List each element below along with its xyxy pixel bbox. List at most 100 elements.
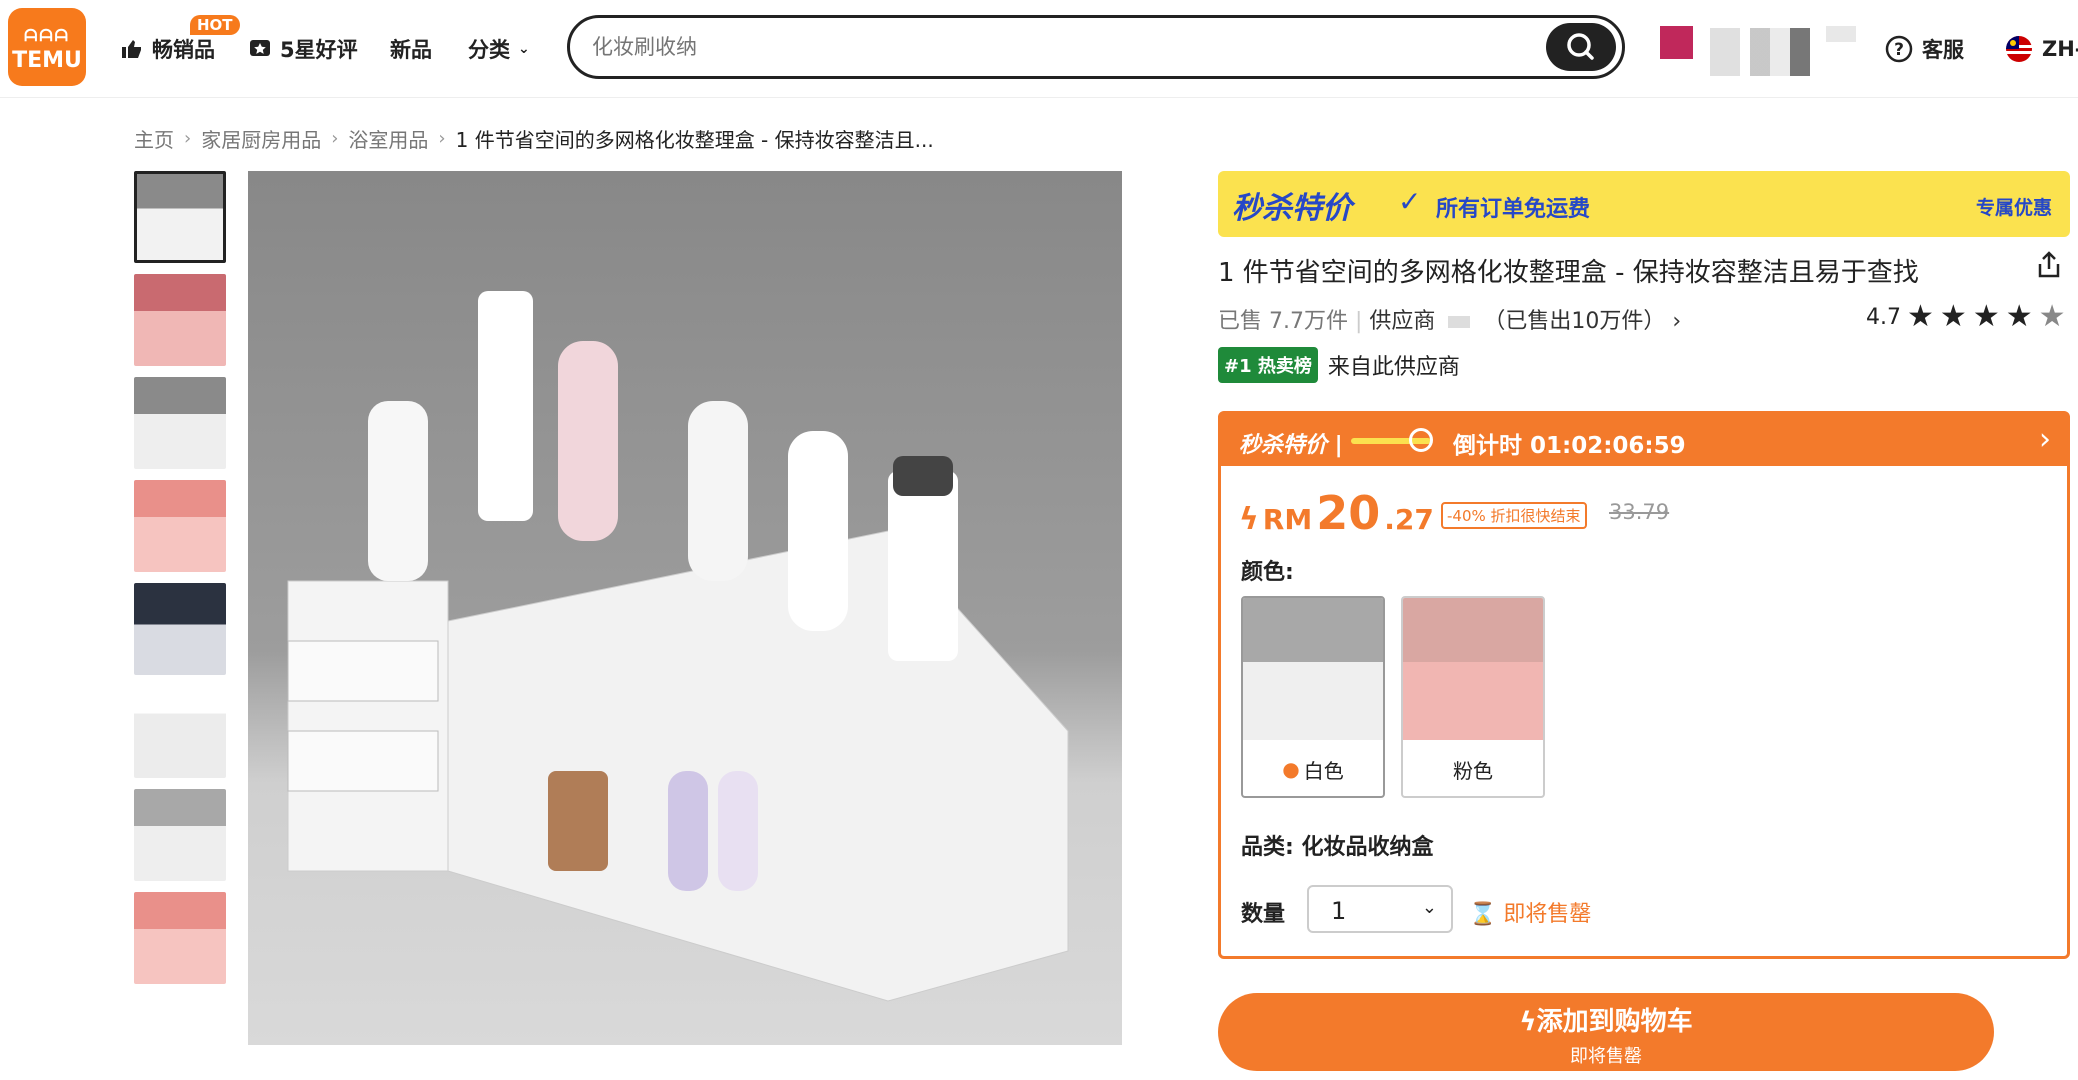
nav-label: 分类	[468, 38, 510, 62]
price-currency: RM	[1262, 503, 1313, 536]
flash-sale-badge: 秒杀特价	[1232, 191, 1352, 226]
breadcrumb: 主页 › 家居厨房用品 › 浴室用品 › 1 件节省空间的多网格化妆整理盒 - …	[134, 124, 934, 153]
sales-info: 已售 7.7万件 | 供应商 （已售出10万件） ›	[1218, 309, 1682, 334]
thumbnail-7[interactable]	[134, 789, 226, 881]
temu-logo[interactable]: ᗩᗩᗩ TEMU	[8, 8, 86, 86]
support-label: 客服	[1922, 38, 1964, 62]
best-seller-rank: #1 热卖榜 来自此供应商	[1218, 347, 1460, 383]
logo-text: TEMU	[12, 48, 82, 73]
help-icon: ?	[1885, 35, 1913, 63]
thumbnail-4[interactable]	[134, 480, 226, 572]
add-to-cart-label: 添加到购物车	[1536, 1007, 1693, 1037]
star-icon: ★	[2005, 299, 2033, 334]
rank-tag[interactable]: #1 热卖榜	[1218, 347, 1318, 383]
selling-out-text: 即将售罄	[1503, 902, 1592, 927]
color-label: 颜色:	[1241, 560, 1294, 585]
category-label: 品类: 化妆品收纳盒	[1241, 835, 1434, 860]
lightning-icon: ϟ	[1519, 1007, 1537, 1037]
lightning-icon: ϟ	[1239, 502, 1259, 537]
chevron-right-icon: ›	[184, 128, 192, 149]
quantity-label: 数量	[1241, 902, 1286, 927]
half-star-icon: ★	[2038, 299, 2066, 334]
check-icon: ✓	[1398, 185, 1422, 218]
clock-icon	[1409, 428, 1433, 452]
exclusive-offer-link[interactable]: 专属优惠	[1976, 193, 2052, 220]
chevron-down-icon: ⌄	[1421, 897, 1437, 918]
countdown: 倒计时 01:02:06:59	[1453, 433, 1686, 459]
supplier-sold[interactable]: （已售出10万件）	[1483, 309, 1665, 334]
flash-sale-label: 秒杀特价 |	[1239, 433, 1343, 458]
price: ϟ RM 20 .27	[1239, 486, 1434, 540]
rank-text: 来自此供应商	[1327, 355, 1460, 380]
quantity-select[interactable]: 1 ⌄	[1307, 885, 1453, 933]
price-decimal: .27	[1384, 503, 1434, 536]
star-icon: ★	[1939, 299, 1967, 334]
nav-label: 畅销品	[152, 38, 215, 62]
account-name-blurred[interactable]	[1710, 28, 1810, 76]
hot-badge: HOT	[190, 15, 240, 35]
original-price: 33.79	[1609, 500, 1670, 524]
svg-text:?: ?	[1894, 40, 1904, 60]
breadcrumb-home-kitchen[interactable]: 家居厨房用品	[201, 124, 321, 153]
account-extra-blurred	[1826, 26, 1856, 42]
customer-service[interactable]: ? 客服	[1884, 34, 1964, 64]
chevron-right-icon: ›	[438, 128, 446, 149]
breadcrumb-current: 1 件节省空间的多网格化妆整理盒 - 保持妆容整洁且...	[455, 128, 934, 152]
discount-badge: -40% 折扣很快结束	[1441, 502, 1587, 529]
hourglass-icon: ⌛	[1469, 902, 1497, 927]
rating[interactable]: 4.7 ★ ★ ★ ★ ★	[1866, 302, 2066, 332]
nav-five-star[interactable]: 5星好评	[248, 34, 358, 64]
color-option-pink[interactable]: 粉色	[1401, 596, 1545, 798]
star-badge-icon	[250, 40, 270, 56]
thumbnail-1[interactable]	[134, 171, 226, 263]
sold-count: 已售 7.7万件	[1218, 309, 1348, 334]
search-input[interactable]	[592, 32, 1492, 62]
nav-categories[interactable]: 分类 ⌄	[468, 34, 530, 64]
free-shipping-text: 所有订单免运费	[1436, 197, 1591, 222]
deal-header[interactable]: 秒杀特价 | 倒计时 01:02:06:59 ›	[1221, 414, 2067, 466]
search-bar	[567, 15, 1625, 79]
logo-mark: ᗩᗩᗩ	[24, 26, 70, 45]
thumbnail-6[interactable]	[134, 686, 226, 778]
add-to-cart-button[interactable]: ϟ添加到购物车 即将售罄	[1218, 993, 1994, 1071]
supplier-logo-icon	[1448, 316, 1471, 328]
quantity-value: 1	[1331, 897, 1347, 925]
product-main-image[interactable]	[248, 171, 1122, 1045]
selling-out-notice: ⌛ 即将售罄	[1469, 896, 1591, 928]
supplier-link[interactable]: 供应商	[1369, 309, 1435, 334]
search-button[interactable]	[1546, 23, 1616, 71]
thumbs-up-icon	[122, 40, 141, 58]
product-title: 1 件节省空间的多网格化妆整理盒 - 保持妆容整洁且易于查找	[1218, 258, 1919, 288]
header: ᗩᗩᗩ TEMU 畅销品 HOT 5星好评 新品 分类 ⌄ ? 客服 ZH-	[0, 0, 2078, 98]
thumbnail-2[interactable]	[134, 274, 226, 366]
price-integer: 20	[1316, 486, 1381, 540]
chevron-right-icon[interactable]: ›	[2039, 422, 2051, 457]
chevron-right-icon: ›	[1672, 309, 1682, 334]
breadcrumb-bathroom[interactable]: 浴室用品	[348, 124, 428, 153]
language-label: ZH-	[2042, 37, 2078, 61]
swatch-image	[1403, 598, 1543, 740]
star-icon: ★	[1972, 299, 2000, 334]
star-icon: ★	[1907, 299, 1934, 334]
nav-label: 5星好评	[280, 38, 358, 62]
malaysia-flag-icon	[2006, 36, 2032, 62]
thumbnail-8[interactable]	[134, 892, 226, 984]
search-icon	[1567, 33, 1594, 60]
rating-value: 4.7	[1866, 304, 1901, 330]
deal-box: 秒杀特价 | 倒计时 01:02:06:59 › ϟ RM 20 .27 -40…	[1218, 411, 2070, 959]
nav-label: 新品	[390, 38, 432, 62]
avatar[interactable]	[1660, 26, 1693, 59]
color-option-white[interactable]: ● 白色	[1241, 596, 1385, 798]
thumbnail-3[interactable]	[134, 377, 226, 469]
nav-bestsellers[interactable]: 畅销品	[120, 34, 215, 64]
breadcrumb-home[interactable]: 主页	[134, 124, 174, 153]
language-selector[interactable]: ZH-	[2004, 34, 2078, 64]
color-name: 粉色	[1453, 758, 1493, 783]
chevron-down-icon: ⌄	[518, 41, 530, 57]
thumbnail-5[interactable]	[134, 583, 226, 675]
flash-sale-banner[interactable]: 秒杀特价 ✓ 所有订单免运费 专属优惠	[1218, 171, 2070, 237]
flame-icon: ●	[1282, 757, 1300, 781]
share-icon[interactable]	[2034, 250, 2064, 280]
nav-new[interactable]: 新品	[390, 34, 432, 64]
swatch-image	[1243, 598, 1383, 740]
